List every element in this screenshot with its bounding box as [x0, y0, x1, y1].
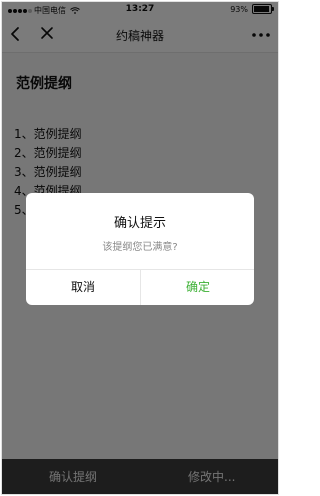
dialog-title: 确认提示: [113, 216, 166, 231]
dialog-message: 该提纲您已满意?: [102, 242, 178, 253]
confirm-dialog: 确认提示 该提纲您已满意? 取消 确定: [26, 193, 254, 305]
phone-screen: 中国电信 13:27 93% 约稿神器 范例提纲: [2, 2, 278, 494]
ok-button[interactable]: 确定: [141, 269, 254, 305]
cancel-button[interactable]: 取消: [26, 269, 140, 305]
